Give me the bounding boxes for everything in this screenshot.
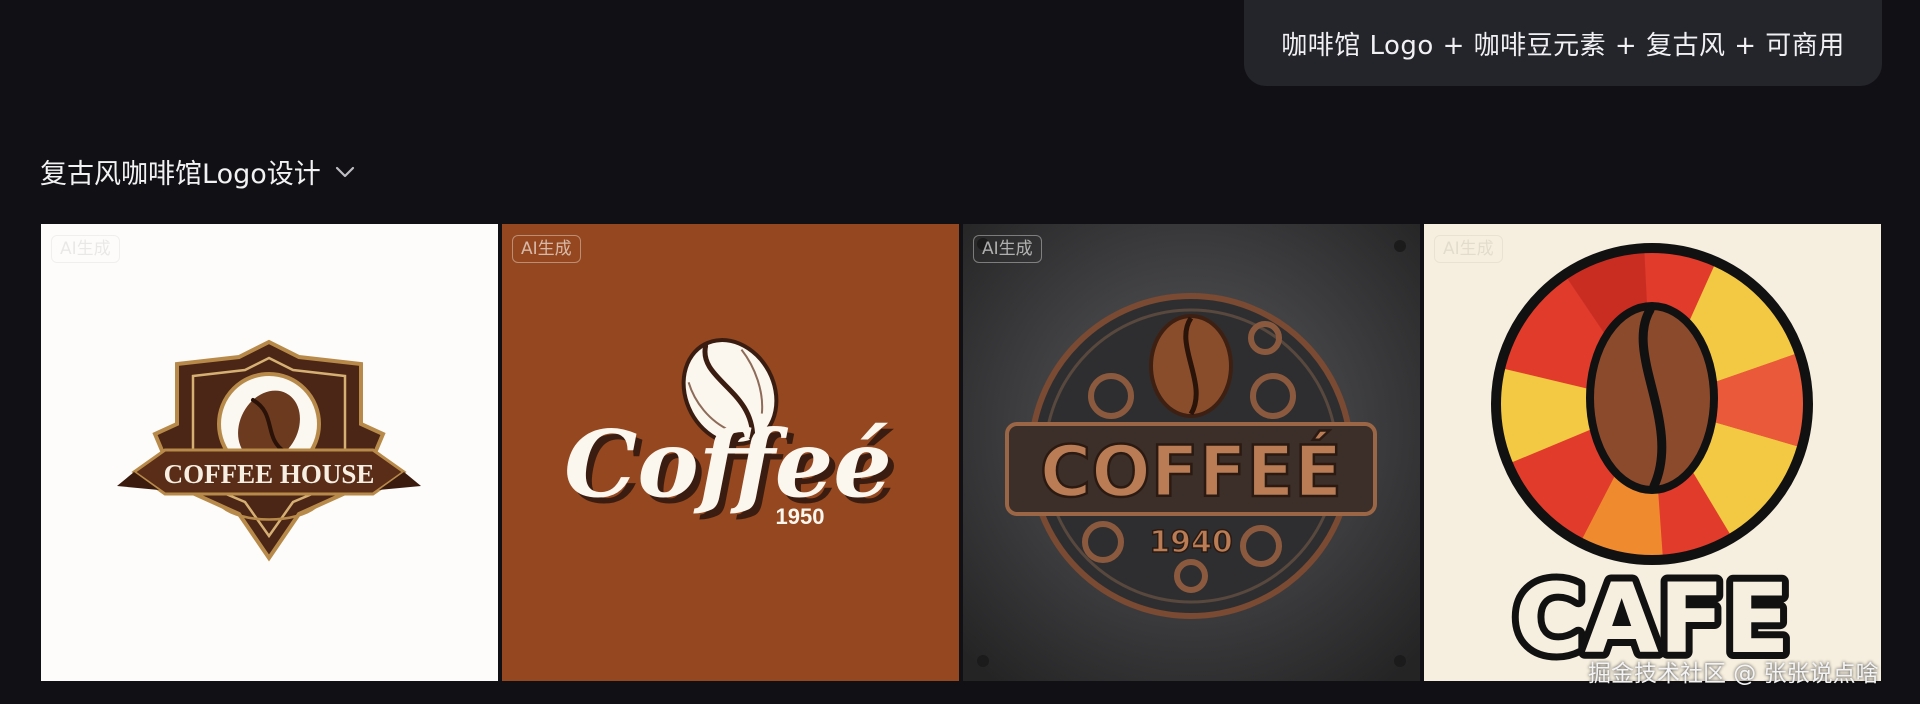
prompt-text: 咖啡馆 Logo + 咖啡豆元素 + 复古风 + 可商用: [1281, 30, 1845, 61]
ai-generated-badge: AI生成: [1434, 235, 1503, 263]
logo-year: 1940: [1149, 525, 1233, 560]
ai-generated-badge: AI生成: [51, 235, 120, 263]
coffee-1950-logo: Coffeé Coffeé 1950: [502, 224, 959, 681]
ai-generated-badge: AI生成: [973, 235, 1042, 263]
gallery-image-2[interactable]: Coffeé Coffeé 1950 AI生成: [502, 224, 959, 681]
image-gallery: COFFEE HOUSE AI生成 Coffeé Coffeé 1950 AI生…: [41, 224, 1881, 681]
prompt-bubble: 咖啡馆 Logo + 咖啡豆元素 + 复古风 + 可商用: [1244, 0, 1882, 86]
coffee-house-logo: COFFEE HOUSE: [41, 224, 498, 681]
gallery-image-1[interactable]: COFFEE HOUSE AI生成: [41, 224, 498, 681]
cafe-logo: CAFE: [1424, 224, 1881, 681]
gallery-title-dropdown[interactable]: 复古风咖啡馆Logo设计: [40, 152, 355, 191]
gallery-image-4[interactable]: CAFE AI生成: [1424, 224, 1881, 681]
logo-text: COFFEÉ: [1040, 431, 1342, 513]
chevron-down-icon: [335, 165, 355, 179]
logo-text: Coffeé: [564, 410, 892, 518]
logo-text: COFFEE HOUSE: [164, 459, 375, 489]
logo-year: 1950: [776, 504, 825, 529]
watermark: 掘金技术社区 @ 张张说点啥: [1588, 661, 1879, 687]
gallery-title: 复古风咖啡馆Logo设计: [40, 159, 321, 190]
coffee-1940-logo: COFFEÉ 1940: [963, 224, 1420, 681]
gallery-image-3[interactable]: COFFEÉ 1940 AI生成: [963, 224, 1420, 681]
ai-generated-badge: AI生成: [512, 235, 581, 263]
